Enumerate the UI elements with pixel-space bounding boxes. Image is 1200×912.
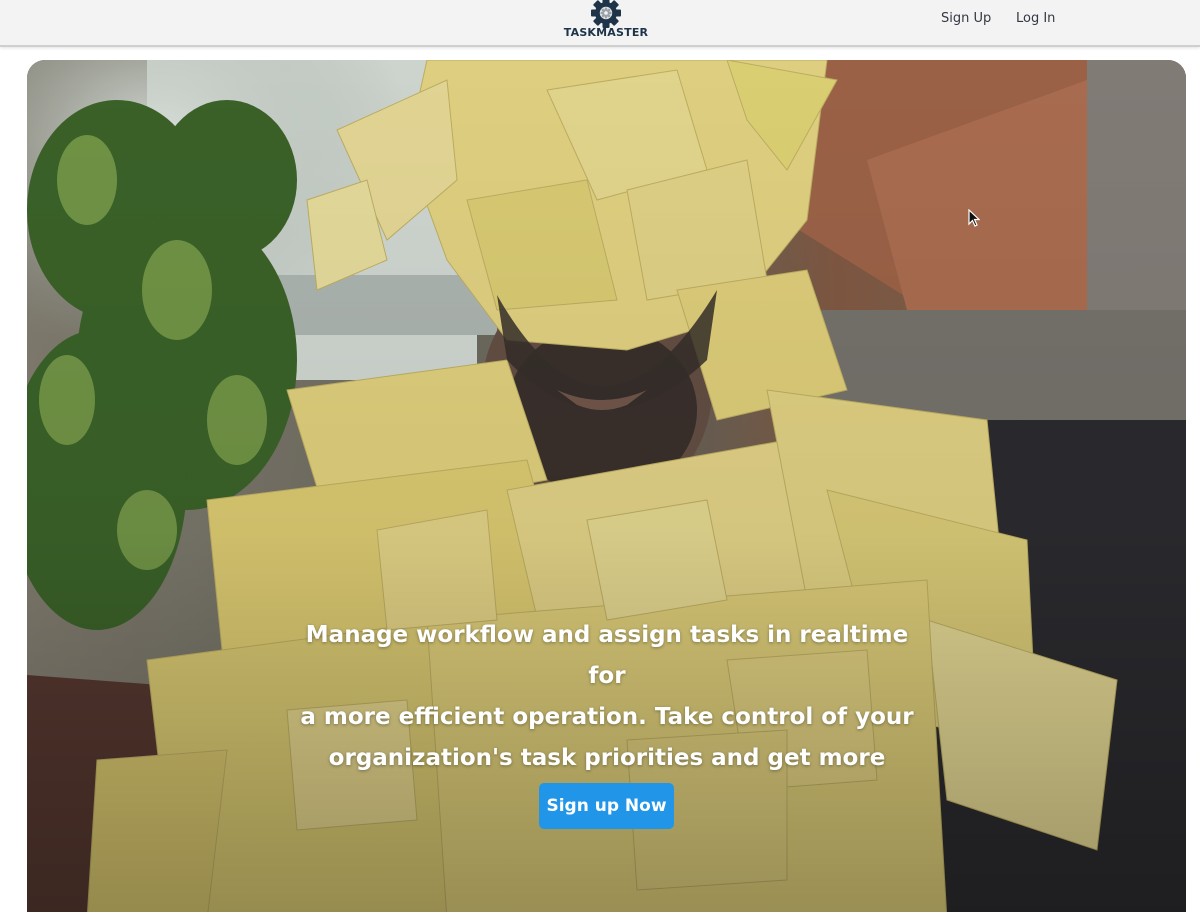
- hero-headline-line: a more efficient operation. Take control…: [300, 704, 914, 730]
- brand-logo[interactable]: TASKMASTER: [560, 0, 652, 44]
- gear-icon: [591, 0, 621, 28]
- mouse-pointer-icon: [968, 209, 980, 227]
- hero-headline-line: Manage workflow and assign tasks in real…: [305, 622, 909, 689]
- top-navbar: TASKMASTER Sign Up Log In: [0, 0, 1200, 47]
- brand-name: TASKMASTER: [563, 26, 649, 39]
- nav-login-link[interactable]: Log In: [1016, 11, 1055, 26]
- hero-section: Manage workflow and assign tasks in real…: [27, 60, 1186, 912]
- signup-now-button[interactable]: Sign up Now: [539, 783, 674, 829]
- nav-signup-link[interactable]: Sign Up: [941, 11, 991, 26]
